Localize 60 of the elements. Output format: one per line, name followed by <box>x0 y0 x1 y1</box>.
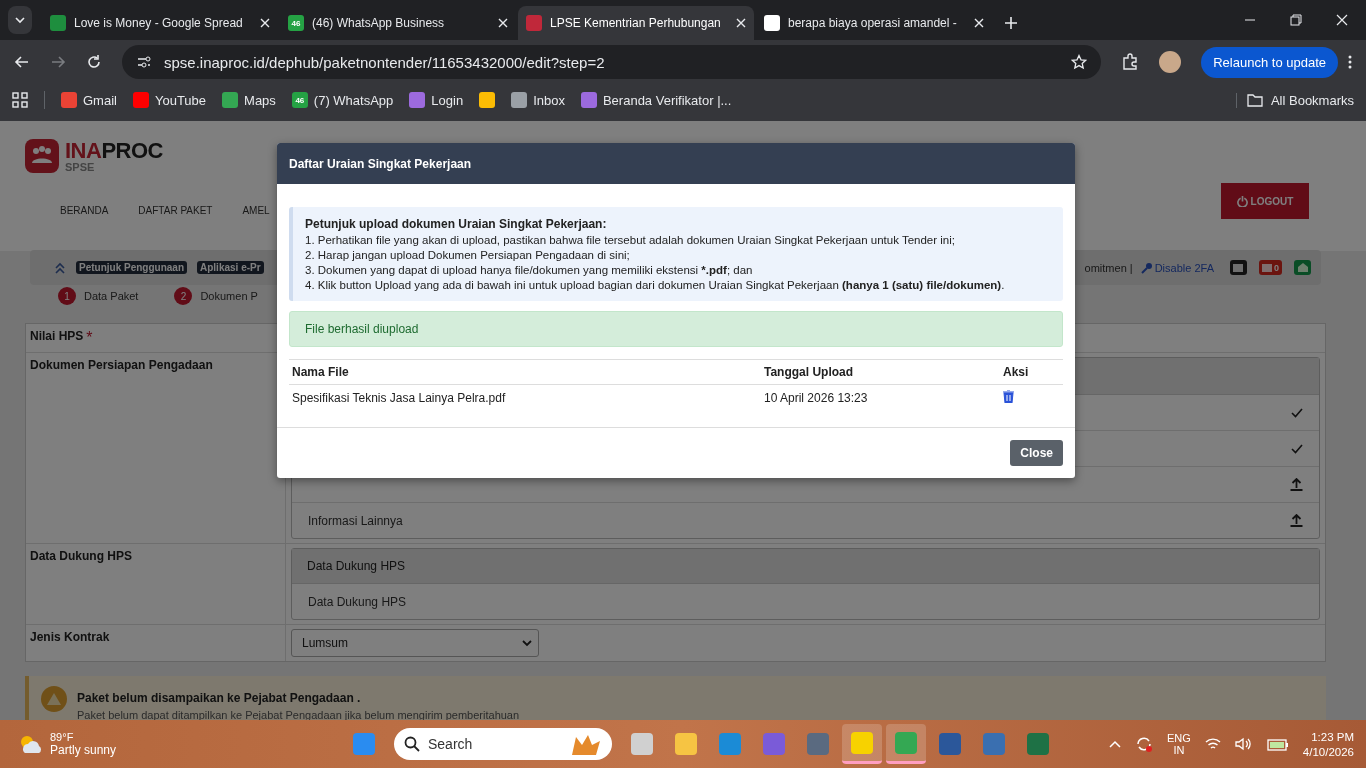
nav-link[interactable]: BERANDA <box>60 204 109 216</box>
nav-link[interactable]: AMEL <box>242 204 270 216</box>
address-bar[interactable]: spse.inaproc.id/dephub/paketnontender/11653432000/edit?step=2 <box>122 45 1102 79</box>
bookmark[interactable]: Inbox <box>511 92 565 108</box>
browser-tab[interactable]: berapa biaya operasi amandel - <box>756 6 992 40</box>
browser-tab[interactable]: 46 (46) WhatsApp Business <box>280 6 516 40</box>
instruction-text: 1. Perhatikan file yang akan di upload, pastikan bahwa file tersebut adalah dokumen Uraian Singkat Pekerjaan untuk Tender ini; <box>305 234 956 246</box>
step-label: Dokumen P <box>200 290 258 302</box>
close-button[interactable]: Close <box>1010 440 1063 466</box>
column-header: Tanggal Upload <box>761 359 1000 385</box>
document-name: Data Dukung HPS <box>308 594 407 609</box>
modal-title: Daftar Uraian Singkat Pekerjaan <box>289 156 472 171</box>
instruction-text: 3. Dokumen yang dapat di upload hanya file/dokumen yang memiliki ekstensi *.pdf; dan <box>305 264 754 276</box>
field-label: Dokumen Persiapan Pengadaan <box>30 358 213 372</box>
bookmark[interactable]: Maps <box>222 92 276 108</box>
favicon-icon: 46 <box>288 15 304 31</box>
toolbar-link[interactable]: Aplikasi e-Pr <box>197 261 264 274</box>
instruction-text: 2. Harap jangan upload Dokumen Persiapan Pengadaan di sini; <box>305 249 631 261</box>
table-cell: Spesifikasi Teknis Jasa Lainya Pelra.pdf <box>289 384 761 411</box>
logout-button[interactable]: LOGOUT <box>1221 183 1309 219</box>
field-label: Jenis Kontrak <box>30 630 110 644</box>
weather-text: Partly sunny <box>50 743 117 757</box>
bookmark[interactable]: YouTube <box>132 92 207 108</box>
instructions-title: Petunjuk upload dokumen Uraian Singkat Pekerjaan: <box>305 217 608 231</box>
field-label: Nilai HPS <box>30 329 84 343</box>
document-name: Informasi Lainnya <box>308 513 403 528</box>
alert-title: Paket belum disampaikan ke Pejabat Pengadaan . <box>77 691 362 705</box>
favicon-icon: 46 <box>291 92 308 108</box>
nav-link[interactable]: DAFTAR PAKET <box>138 204 213 216</box>
table-cell: 10 April 2026 13:23 <box>761 384 1000 411</box>
logo-subtitle: SPSE <box>65 161 96 173</box>
step-number: 2 <box>174 287 193 305</box>
relaunch-button[interactable]: Relaunch to update <box>1201 46 1338 78</box>
browser-tab[interactable]: Love is Money - Google Spread <box>42 6 278 40</box>
language-text[interactable]: ENG <box>1167 732 1191 744</box>
region-text[interactable]: IN <box>1173 744 1185 756</box>
logo-text: INAPROC <box>65 139 163 162</box>
column-header: Aksi <box>1000 359 1063 385</box>
success-text: File berhasil diupload <box>305 322 419 336</box>
browser-tab[interactable]: LPSE Kementrian Perhubungan <box>518 6 754 40</box>
taskbar-search-field[interactable]: Search <box>394 728 612 760</box>
required-mark: * <box>86 329 93 347</box>
temperature-text: 89°F <box>50 731 75 743</box>
contract-type-select[interactable]: Lumsum <box>291 629 539 657</box>
step-label: Data Paket <box>84 290 139 302</box>
toolbar-text: omitmen | <box>1084 261 1133 274</box>
column-header: Nama File <box>289 359 761 385</box>
all-bookmarks-button[interactable]: All Bookmarks <box>1235 92 1354 108</box>
bookmark[interactable]: Login <box>409 92 464 108</box>
bookmark[interactable]: 46 (7) WhatsApp <box>291 92 394 108</box>
instruction-text: 4. Klik button Upload yang ada di bawah ini untuk upload bagian dari dokumen Uraian Singkat Pekerjaan (hanya 1 (satu) file/dokumen). <box>305 279 1006 291</box>
toolbar-link[interactable]: Petunjuk Penggunaan <box>76 261 187 274</box>
clock-date[interactable]: 4/10/2026 <box>1302 745 1354 758</box>
step-number: 1 <box>58 287 76 305</box>
field-label: Data Dukung HPS <box>30 549 132 563</box>
clock-time[interactable]: 1:23 PM <box>1311 730 1354 743</box>
panel-header: Data Dukung HPS <box>292 549 1319 584</box>
inbox-button[interactable]: 0 <box>1259 260 1282 275</box>
bookmark[interactable]: Gmail <box>61 92 117 108</box>
bookmark[interactable]: Beranda Verifikator |... <box>580 92 732 108</box>
